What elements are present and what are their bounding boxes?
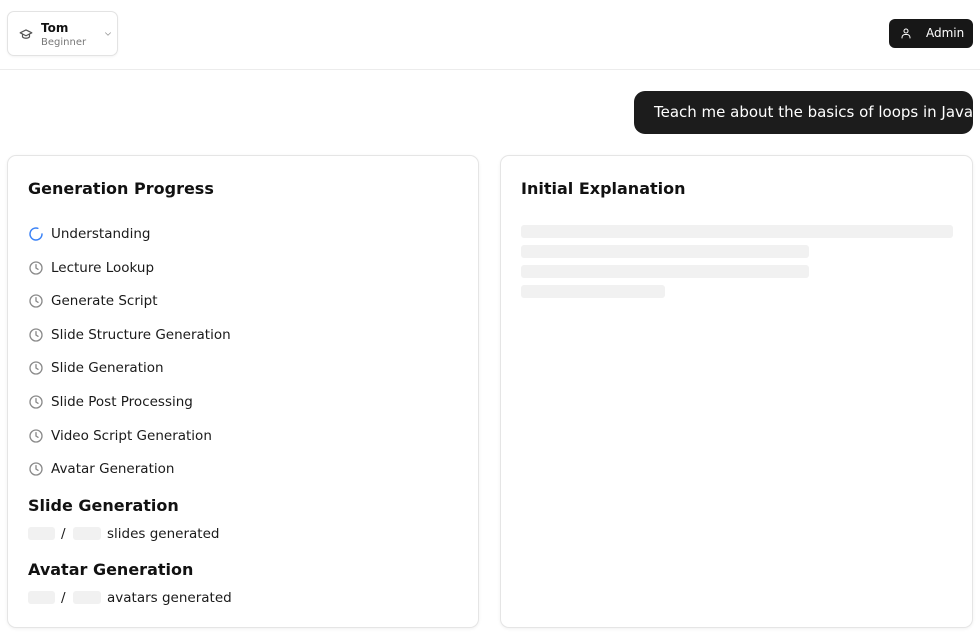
total-count-placeholder xyxy=(73,527,101,540)
admin-button[interactable]: Admin xyxy=(889,19,973,48)
step-video-script-generation: Video Script Generation xyxy=(28,427,448,461)
user-name: Tom xyxy=(41,21,69,35)
clock-icon xyxy=(29,428,43,443)
step-label: Slide Generation xyxy=(51,360,164,377)
step-label: Avatar Generation xyxy=(51,461,175,478)
generated-count-placeholder xyxy=(28,591,55,604)
generation-progress-card: Generation Progress Understanding Lectur… xyxy=(7,155,479,628)
clock-icon xyxy=(29,328,43,342)
avatars-generated-counter: / avatars generated xyxy=(28,589,328,607)
step-label: Generate Script xyxy=(51,293,158,310)
slides-generated-label: slides generated xyxy=(107,526,220,542)
initial-explanation-title: Initial Explanation xyxy=(521,179,686,198)
user-icon xyxy=(901,28,911,39)
clock-icon xyxy=(29,260,43,275)
avatars-generated-label: avatars generated xyxy=(107,590,232,606)
admin-button-label: Admin xyxy=(926,26,965,40)
top-bar: Tom Beginner Admin xyxy=(0,0,980,70)
spinner-icon xyxy=(29,227,43,241)
total-count-placeholder xyxy=(73,591,101,604)
skeleton-line xyxy=(521,225,953,238)
step-label: Slide Post Processing xyxy=(51,393,193,410)
generated-count-placeholder xyxy=(28,527,55,540)
step-lecture-lookup: Lecture Lookup xyxy=(28,259,448,293)
slide-generation-title: Slide Generation xyxy=(28,496,179,515)
step-label: Understanding xyxy=(51,226,151,242)
generation-progress-title: Generation Progress xyxy=(28,179,214,198)
clock-icon xyxy=(29,294,43,308)
step-label: Lecture Lookup xyxy=(51,259,155,276)
step-label: Slide Structure Generation xyxy=(51,326,231,343)
step-avatar-generation: Avatar Generation xyxy=(28,460,448,494)
step-slide-structure-generation: Slide Structure Generation xyxy=(28,326,448,360)
skeleton-line xyxy=(521,245,809,258)
initial-explanation-card: Initial Explanation xyxy=(500,155,973,628)
graduation-cap-icon xyxy=(19,29,33,39)
counter-separator: / xyxy=(61,590,66,606)
step-slide-generation: Slide Generation xyxy=(28,359,448,393)
skeleton-line xyxy=(521,265,809,278)
clock-icon xyxy=(29,361,43,376)
user-message-bubble: Teach me about the basics of loops in Ja… xyxy=(634,91,973,134)
slides-generated-counter: / slides generated xyxy=(28,525,328,543)
step-generate-script: Generate Script xyxy=(28,292,448,326)
progress-steps-list: Understanding Lecture Lookup Generate Sc… xyxy=(28,225,448,494)
clock-icon xyxy=(29,395,43,409)
user-switcher[interactable]: Tom Beginner xyxy=(7,11,118,56)
user-level: Beginner xyxy=(41,37,87,48)
chevron-down-icon xyxy=(105,32,111,36)
clock-icon xyxy=(29,462,43,476)
step-slide-post-processing: Slide Post Processing xyxy=(28,393,448,427)
step-understanding: Understanding xyxy=(28,225,448,259)
step-label: Video Script Generation xyxy=(51,427,212,444)
avatar-generation-title: Avatar Generation xyxy=(28,560,194,579)
skeleton-line xyxy=(521,285,665,298)
counter-separator: / xyxy=(61,526,66,542)
